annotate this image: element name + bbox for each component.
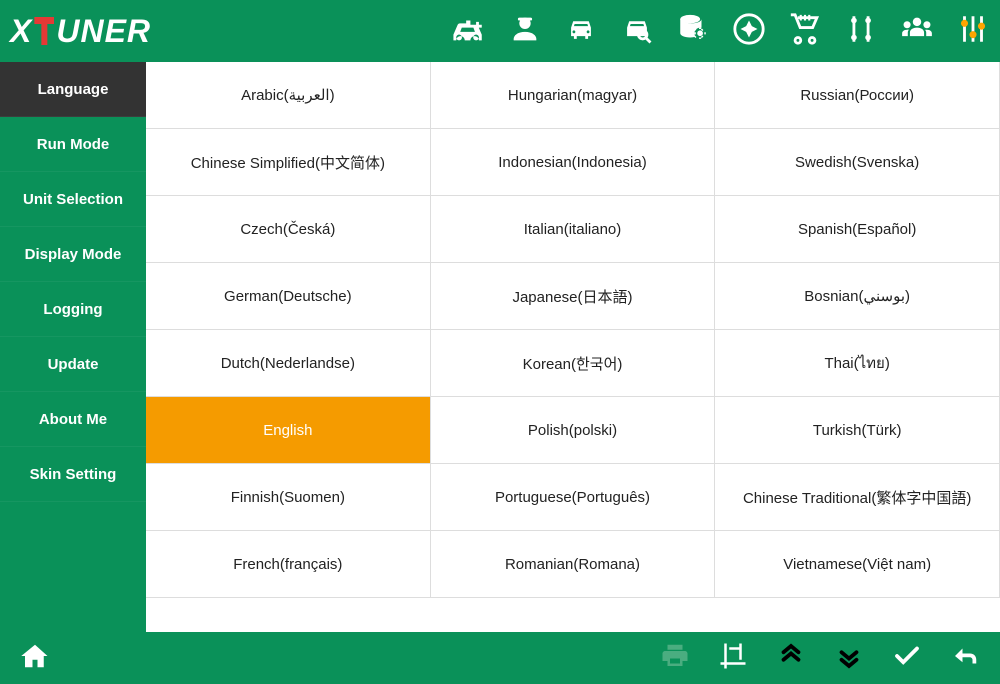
group-icon[interactable] (900, 12, 934, 51)
car-search-icon[interactable] (620, 12, 654, 51)
compass-icon[interactable] (732, 12, 766, 51)
sidebar-item-update[interactable]: Update (0, 337, 146, 392)
language-option[interactable]: Chinese Traditional(繁体字中国語) (715, 464, 1000, 531)
home-icon[interactable] (20, 641, 50, 676)
sidebar-item-display-mode[interactable]: Display Mode (0, 227, 146, 282)
car-doctor-icon[interactable] (452, 12, 486, 51)
language-option[interactable]: Dutch(Nederlandse) (146, 330, 431, 397)
footer (0, 632, 1000, 684)
sidebar-item-run-mode[interactable]: Run Mode (0, 117, 146, 172)
driver-icon[interactable] (508, 12, 542, 51)
language-option[interactable]: Polish(polski) (431, 397, 716, 464)
language-option[interactable]: Arabic(العربية) (146, 62, 431, 129)
sidebar-item-about-me[interactable]: About Me (0, 392, 146, 447)
sidebar-item-logging[interactable]: Logging (0, 282, 146, 337)
logo-t-icon (34, 17, 54, 45)
language-option[interactable]: English (146, 397, 431, 464)
language-option[interactable]: Korean(한국어) (431, 330, 716, 397)
header: X UNER (0, 0, 1000, 62)
language-option[interactable]: German(Deutsche) (146, 263, 431, 330)
language-option[interactable]: Czech(Česká) (146, 196, 431, 263)
sidebar-item-unit-selection[interactable]: Unit Selection (0, 172, 146, 227)
sidebar: LanguageRun ModeUnit SelectionDisplay Mo… (0, 62, 146, 632)
language-option[interactable]: Italian(italiano) (431, 196, 716, 263)
language-option[interactable]: Bosnian(بوسني) (715, 263, 1000, 330)
print-icon[interactable] (660, 641, 690, 676)
language-option[interactable]: Turkish(Türk) (715, 397, 1000, 464)
footer-left (20, 641, 50, 676)
language-option[interactable]: Japanese(日本語) (431, 263, 716, 330)
language-grid: Arabic(العربية)Hungarian(magyar)Russian(… (146, 62, 1000, 598)
database-settings-icon[interactable] (676, 12, 710, 51)
sliders-icon[interactable] (956, 12, 990, 51)
language-option[interactable]: Spanish(Español) (715, 196, 1000, 263)
crop-icon[interactable] (718, 641, 748, 676)
language-option[interactable]: Thai(ไทย) (715, 330, 1000, 397)
language-option[interactable]: Portuguese(Português) (431, 464, 716, 531)
logo-x: X (10, 13, 32, 50)
language-option[interactable]: Finnish(Suomen) (146, 464, 431, 531)
language-option[interactable]: Vietnamese(Việt nam) (715, 531, 1000, 598)
logo-rest: UNER (56, 13, 151, 50)
cart-icon[interactable] (788, 12, 822, 51)
back-icon[interactable] (950, 641, 980, 676)
language-option[interactable]: Chinese Simplified(中文简体) (146, 129, 431, 196)
language-option[interactable]: Russian(России) (715, 62, 1000, 129)
header-icons (452, 12, 990, 51)
body: LanguageRun ModeUnit SelectionDisplay Mo… (0, 62, 1000, 632)
check-icon[interactable] (892, 641, 922, 676)
collapse-icon[interactable] (776, 641, 806, 676)
language-option[interactable]: French(français) (146, 531, 431, 598)
logo: X UNER (10, 13, 151, 50)
language-option[interactable]: Swedish(Svenska) (715, 129, 1000, 196)
expand-icon[interactable] (834, 641, 864, 676)
language-option[interactable]: Romanian(Romana) (431, 531, 716, 598)
sidebar-item-skin-setting[interactable]: Skin Setting (0, 447, 146, 502)
language-option[interactable]: Hungarian(magyar) (431, 62, 716, 129)
main-content: Arabic(العربية)Hungarian(magyar)Russian(… (146, 62, 1000, 632)
footer-right (660, 641, 980, 676)
car-icon[interactable] (564, 12, 598, 51)
sidebar-item-language[interactable]: Language (0, 62, 146, 117)
tools-icon[interactable] (844, 12, 878, 51)
language-option[interactable]: Indonesian(Indonesia) (431, 129, 716, 196)
